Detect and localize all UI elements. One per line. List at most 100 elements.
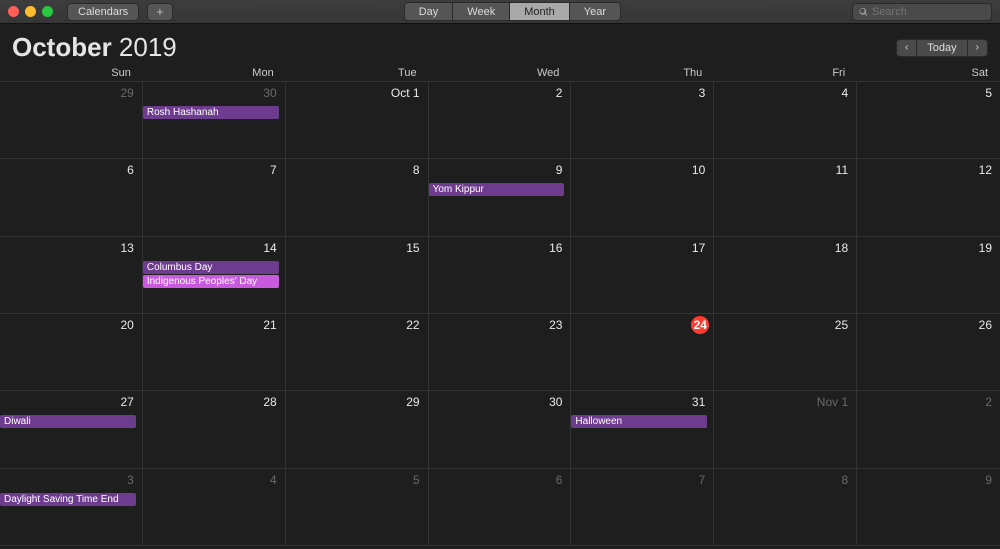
day-number: 23 [549, 318, 562, 332]
next-month-button[interactable]: › [968, 40, 987, 56]
day-cell[interactable]: 11 [714, 159, 857, 236]
day-cell[interactable]: 2 [429, 82, 572, 159]
day-number: 15 [406, 241, 419, 255]
event[interactable]: Diwali [0, 415, 136, 428]
day-cell[interactable]: 5 [857, 82, 1000, 159]
day-cell[interactable]: 24 [571, 314, 714, 391]
month-name: October [12, 32, 112, 62]
day-cell[interactable]: 15 [286, 237, 429, 314]
day-cell[interactable]: 28 [143, 391, 286, 468]
view-day[interactable]: Day [405, 3, 454, 20]
day-cell[interactable]: 23 [429, 314, 572, 391]
day-cell[interactable]: 10 [571, 159, 714, 236]
zoom-icon[interactable] [42, 6, 53, 17]
day-cell[interactable]: 20 [0, 314, 143, 391]
day-number: 5 [985, 86, 992, 100]
day-cell[interactable]: 6 [429, 469, 572, 546]
day-number: 30 [263, 86, 276, 100]
day-cell[interactable]: 16 [429, 237, 572, 314]
day-cell[interactable]: 12 [857, 159, 1000, 236]
prev-month-button[interactable]: ‹ [897, 40, 917, 56]
day-number: Oct 1 [391, 86, 420, 100]
day-cell[interactable]: 9 [857, 469, 1000, 546]
day-number: 3 [699, 86, 706, 100]
today-indicator: 24 [691, 316, 709, 334]
view-year[interactable]: Year [570, 3, 620, 20]
day-number: 13 [120, 241, 133, 255]
day-cell[interactable]: 29 [0, 82, 143, 159]
day-number: 11 [836, 163, 848, 177]
add-button[interactable]: + [147, 3, 173, 21]
day-number: 17 [692, 241, 705, 255]
day-cell[interactable]: 31 Halloween [571, 391, 714, 468]
month-nav: ‹ Today › [896, 39, 988, 57]
day-cell[interactable]: 19 [857, 237, 1000, 314]
day-number: 16 [549, 241, 562, 255]
day-cell[interactable]: Oct 1 [286, 82, 429, 159]
event-list: Diwali [6, 415, 136, 428]
event[interactable]: Halloween [571, 415, 707, 428]
day-number: 2 [985, 395, 992, 409]
event[interactable]: Columbus Day [143, 261, 279, 274]
day-number: 31 [692, 395, 705, 409]
day-number: 14 [263, 241, 276, 255]
event-list: Daylight Saving Time End [6, 493, 136, 506]
day-cell[interactable]: 14 Columbus DayIndigenous Peoples' Day [143, 237, 286, 314]
day-cell[interactable]: 18 [714, 237, 857, 314]
weekday-row: SunMonTueWedThuFriSat [0, 67, 1000, 81]
today-button[interactable]: Today [917, 40, 967, 56]
day-cell[interactable]: 6 [0, 159, 143, 236]
toolbar: Calendars + Day Week Month Year [0, 0, 1000, 24]
event[interactable]: Rosh Hashanah [143, 106, 279, 119]
search-field[interactable] [852, 3, 992, 21]
day-cell[interactable]: 25 [714, 314, 857, 391]
day-number: 7 [699, 473, 706, 487]
day-cell[interactable]: 3 Daylight Saving Time End [0, 469, 143, 546]
day-cell[interactable]: 30 Rosh Hashanah [143, 82, 286, 159]
day-number: 22 [406, 318, 419, 332]
day-number: 28 [263, 395, 276, 409]
day-number: 19 [979, 241, 992, 255]
search-icon [859, 7, 868, 17]
day-number: 18 [835, 241, 848, 255]
day-cell[interactable]: 5 [286, 469, 429, 546]
day-cell[interactable]: 27Diwali [0, 391, 143, 468]
day-cell[interactable]: 7 [571, 469, 714, 546]
minimize-icon[interactable] [25, 6, 36, 17]
day-cell[interactable]: 17 [571, 237, 714, 314]
day-cell[interactable]: Nov 1 [714, 391, 857, 468]
day-cell[interactable]: 7 [143, 159, 286, 236]
weekday-label: Mon [143, 67, 286, 79]
event[interactable]: Indigenous Peoples' Day [143, 275, 279, 288]
day-number: 10 [692, 163, 705, 177]
day-number: 8 [841, 473, 848, 487]
event[interactable]: Yom Kippur [429, 183, 565, 196]
day-cell[interactable]: 21 [143, 314, 286, 391]
day-cell[interactable]: 4 [714, 82, 857, 159]
calendars-button[interactable]: Calendars [67, 3, 139, 21]
day-cell[interactable]: 22 [286, 314, 429, 391]
event[interactable]: Daylight Saving Time End [0, 493, 136, 506]
day-number: 29 [120, 86, 133, 100]
weekday-label: Sat [857, 67, 1000, 79]
view-month[interactable]: Month [510, 3, 570, 20]
event-list: Halloween [577, 415, 707, 428]
day-cell[interactable]: 4 [143, 469, 286, 546]
day-number: 3 [127, 473, 134, 487]
day-number: 2 [556, 86, 563, 100]
calendar-header: October 2019 ‹ Today › [0, 24, 1000, 67]
day-cell[interactable]: 29 [286, 391, 429, 468]
close-icon[interactable] [8, 6, 19, 17]
day-cell[interactable]: 3 [571, 82, 714, 159]
view-week[interactable]: Week [453, 3, 510, 20]
day-cell[interactable]: 13 [0, 237, 143, 314]
day-cell[interactable]: 2 [857, 391, 1000, 468]
day-cell[interactable]: 30 [429, 391, 572, 468]
day-cell[interactable]: 26 [857, 314, 1000, 391]
day-number: 4 [270, 473, 277, 487]
day-number: 9 [556, 163, 563, 177]
search-input[interactable] [872, 6, 985, 18]
day-cell[interactable]: 8 [714, 469, 857, 546]
day-cell[interactable]: 8 [286, 159, 429, 236]
day-cell[interactable]: 9 Yom Kippur [429, 159, 572, 236]
